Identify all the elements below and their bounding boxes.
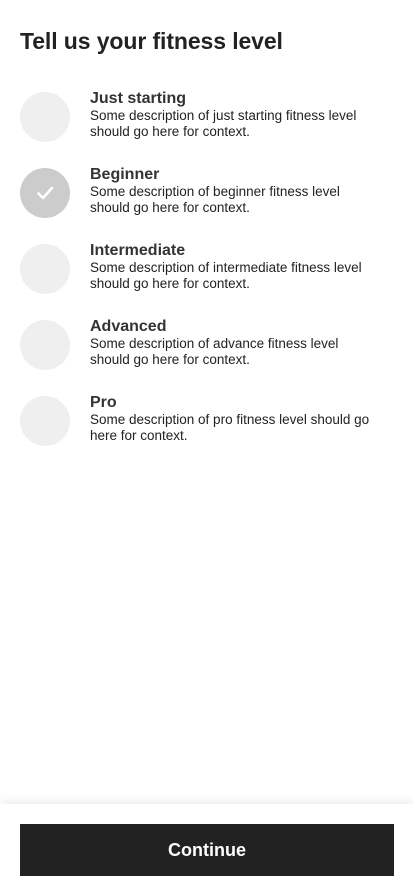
radio-button[interactable] bbox=[20, 320, 70, 370]
radio-button[interactable] bbox=[20, 244, 70, 294]
option-title: Intermediate bbox=[90, 242, 186, 259]
option-text: Intermediate Some description of interme… bbox=[90, 242, 394, 292]
option-title: Beginner bbox=[90, 166, 160, 183]
option-text: Pro Some description of pro fitness leve… bbox=[90, 394, 394, 444]
option-beginner[interactable]: Beginner Some description of beginner fi… bbox=[0, 164, 414, 240]
fitness-level-options: Just starting Some description of just s… bbox=[0, 88, 414, 468]
continue-button[interactable]: Continue bbox=[20, 824, 394, 876]
option-just-starting[interactable]: Just starting Some description of just s… bbox=[0, 88, 414, 164]
checkmark-icon bbox=[37, 186, 54, 200]
option-title: Pro bbox=[90, 394, 117, 411]
option-description: Some description of pro fitness level sh… bbox=[90, 412, 370, 443]
option-advanced[interactable]: Advanced Some description of advance fit… bbox=[0, 316, 414, 392]
option-pro[interactable]: Pro Some description of pro fitness leve… bbox=[0, 392, 414, 468]
option-title: Advanced bbox=[90, 318, 167, 335]
option-title: Just starting bbox=[90, 90, 187, 107]
option-description: Some description of beginner fitness lev… bbox=[90, 184, 340, 215]
radio-button[interactable] bbox=[20, 92, 70, 142]
radio-button[interactable] bbox=[20, 168, 70, 218]
option-text: Beginner Some description of beginner fi… bbox=[90, 166, 394, 216]
radio-button[interactable] bbox=[20, 396, 70, 446]
option-text: Advanced Some description of advance fit… bbox=[90, 318, 394, 368]
page-title: Tell us your fitness level bbox=[20, 28, 283, 54]
option-description: Some description of advance fitness leve… bbox=[90, 336, 339, 367]
option-description: Some description of just starting fitnes… bbox=[90, 108, 357, 139]
option-description: Some description of intermediate fitness… bbox=[90, 260, 362, 291]
footer-bar: Continue bbox=[0, 804, 414, 896]
option-intermediate[interactable]: Intermediate Some description of interme… bbox=[0, 240, 414, 316]
option-text: Just starting Some description of just s… bbox=[90, 90, 394, 140]
